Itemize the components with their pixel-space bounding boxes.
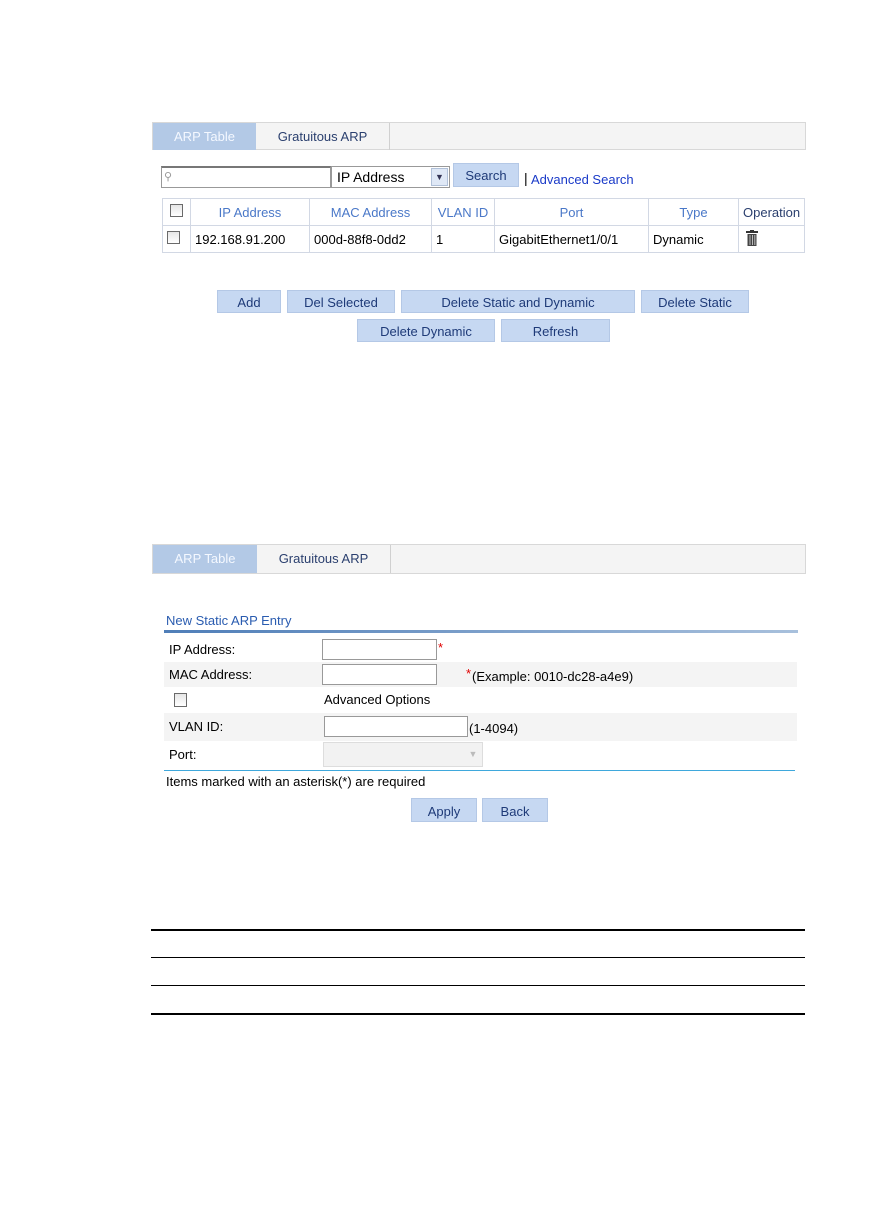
row-select-cell (162, 225, 191, 253)
vlan-label: VLAN ID: (169, 719, 224, 734)
table-bottom-rule (151, 1013, 805, 1015)
search-field-value: IP Address (337, 169, 405, 185)
select-all-cell (162, 198, 191, 226)
header-ip[interactable]: IP Address (190, 198, 310, 226)
cell-vlan: 1 (431, 225, 495, 253)
row-checkbox[interactable] (167, 231, 180, 244)
table-rule (151, 957, 805, 958)
table-row: 192.168.91.200 000d-88f8-0dd2 1 GigabitE… (162, 225, 806, 253)
separator: | (524, 170, 528, 186)
header-vlan[interactable]: VLAN ID (431, 198, 495, 226)
search-input[interactable]: ⚲ (161, 166, 331, 188)
table-header: IP Address MAC Address VLAN ID Port Type… (162, 198, 806, 226)
cell-type: Dynamic (648, 225, 739, 253)
search-button[interactable]: Search (453, 163, 519, 187)
chevron-down-icon: ▼ (468, 749, 478, 759)
mac-hint: (Example: 0010-dc28-a4e9) (472, 669, 634, 684)
arp-table: IP Address MAC Address VLAN ID Port Type… (162, 198, 806, 253)
advanced-search-link[interactable]: Advanced Search (531, 172, 634, 187)
section-divider (164, 630, 798, 633)
required-mark: * (438, 640, 444, 655)
required-note: Items marked with an asterisk(*) are req… (166, 774, 426, 789)
section-title: New Static ARP Entry (166, 613, 292, 628)
ip-row: IP Address: (164, 637, 797, 662)
mac-address-input[interactable] (322, 664, 437, 685)
del-selected-button[interactable]: Del Selected (287, 290, 395, 313)
apply-button[interactable]: Apply (411, 798, 477, 822)
delete-static-button[interactable]: Delete Static (641, 290, 749, 313)
port-label: Port: (169, 747, 197, 762)
tab-gratuitous-arp[interactable]: Gratuitous ARP (257, 545, 391, 573)
tab-arp-table[interactable]: ARP Table (153, 545, 257, 573)
header-type[interactable]: Type (648, 198, 739, 226)
port-select[interactable]: ▼ (323, 742, 483, 767)
delete-static-dynamic-button[interactable]: Delete Static and Dynamic (401, 290, 635, 313)
advanced-options-checkbox[interactable] (174, 693, 187, 707)
ip-label: IP Address: (169, 642, 236, 657)
ip-address-input[interactable] (322, 639, 437, 660)
cell-port: GigabitEthernet1/0/1 (494, 225, 649, 253)
form-divider (164, 770, 795, 771)
mac-label: MAC Address: (169, 667, 253, 682)
required-mark: * (466, 666, 472, 681)
delete-dynamic-button[interactable]: Delete Dynamic (357, 319, 495, 342)
tab-bar: ARP Table Gratuitous ARP (152, 122, 806, 150)
chevron-down-icon[interactable]: ▼ (431, 168, 448, 186)
add-button[interactable]: Add (217, 290, 281, 313)
tab-bar-2: ARP Table Gratuitous ARP (152, 544, 806, 574)
tab-gratuitous-arp[interactable]: Gratuitous ARP (256, 123, 390, 150)
search-icon: ⚲ (164, 171, 173, 183)
header-operation: Operation (737, 198, 806, 226)
trash-icon[interactable] (746, 229, 758, 246)
cell-mac: 000d-88f8-0dd2 (309, 225, 432, 253)
vlan-hint: (1-4094) (469, 721, 519, 736)
tab-arp-table[interactable]: ARP Table (153, 123, 256, 150)
select-all-checkbox[interactable] (170, 204, 183, 217)
cell-ip: 192.168.91.200 (190, 225, 310, 253)
advanced-options-label: Advanced Options (324, 692, 431, 707)
refresh-button[interactable]: Refresh (501, 319, 610, 342)
back-button[interactable]: Back (482, 798, 548, 822)
header-mac[interactable]: MAC Address (309, 198, 432, 226)
table-top-rule (151, 929, 805, 931)
cell-operation (737, 225, 806, 253)
table-rule (151, 985, 805, 986)
search-field-select[interactable]: IP Address ▼ (331, 166, 450, 188)
header-port[interactable]: Port (494, 198, 649, 226)
vlan-id-input[interactable] (324, 716, 468, 737)
